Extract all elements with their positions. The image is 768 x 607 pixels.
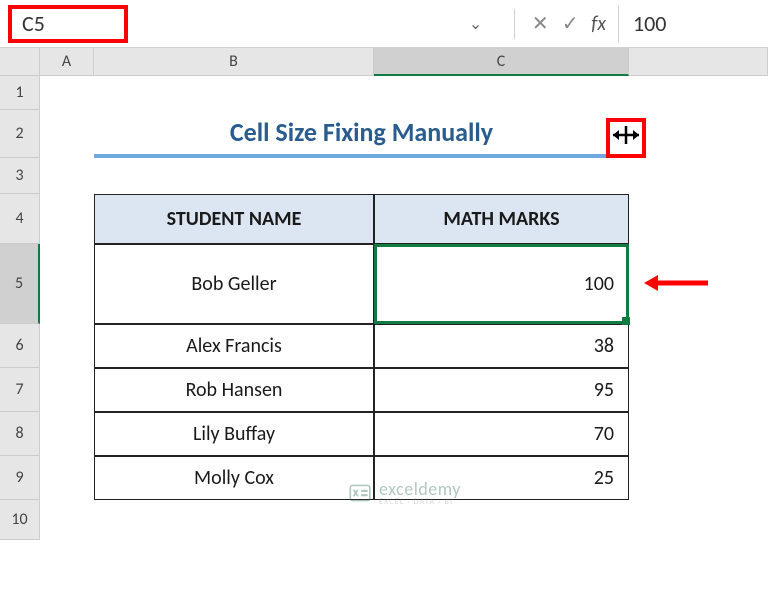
row-header-6[interactable]: 6 xyxy=(0,324,40,368)
confirm-icon[interactable]: ✓ xyxy=(555,11,585,36)
name-box[interactable]: C5 xyxy=(8,5,128,43)
formula-input[interactable]: 100 xyxy=(618,5,768,43)
watermark-title: exceldemy xyxy=(379,480,461,498)
cell[interactable] xyxy=(40,456,94,500)
grid-row: Cell Size Fixing Manually xyxy=(40,110,768,158)
cell[interactable] xyxy=(40,324,94,368)
cell-student-name[interactable]: Rob Hansen xyxy=(94,368,374,412)
cancel-icon[interactable]: ✕ xyxy=(525,11,555,36)
table-row: Lily Buffay 70 xyxy=(40,412,768,456)
cell-student-name[interactable]: Molly Cox xyxy=(94,456,374,500)
column-header-A[interactable]: A xyxy=(40,48,94,76)
row-header-4[interactable]: 4 xyxy=(0,194,40,244)
table-header-student[interactable]: STUDENT NAME xyxy=(94,194,374,244)
cell[interactable] xyxy=(40,194,94,244)
chevron-down-icon[interactable]: ⌄ xyxy=(469,14,482,34)
cell-student-name[interactable]: Bob Geller xyxy=(94,244,374,324)
cell[interactable] xyxy=(94,76,374,110)
column-header-C[interactable]: C xyxy=(374,48,629,76)
cell[interactable] xyxy=(40,244,94,324)
cell-math-marks[interactable]: 100 xyxy=(374,244,629,324)
row-header-8[interactable]: 8 xyxy=(0,412,40,456)
cell[interactable] xyxy=(94,500,374,540)
column-resize-highlight xyxy=(606,118,646,158)
cells-area[interactable]: Cell Size Fixing Manually STUDENT NAME M… xyxy=(40,76,768,540)
cell[interactable] xyxy=(40,368,94,412)
grid-row xyxy=(40,76,768,110)
cell[interactable] xyxy=(40,158,94,194)
cell-math-marks[interactable]: 70 xyxy=(374,412,629,456)
cell-student-name[interactable]: Alex Francis xyxy=(94,324,374,368)
watermark-logo-icon xyxy=(347,480,373,506)
row-header-10[interactable]: 10 xyxy=(0,500,40,540)
name-box-area: ⌄ xyxy=(128,14,504,34)
cell[interactable] xyxy=(40,500,94,540)
select-all-corner[interactable] xyxy=(0,48,40,76)
row-header-1[interactable]: 1 xyxy=(0,76,40,110)
watermark-subtitle: EXCEL · DATA · BI xyxy=(379,498,461,506)
divider xyxy=(514,9,515,39)
grid-row: STUDENT NAME MATH MARKS xyxy=(40,194,768,244)
cell[interactable] xyxy=(40,76,94,110)
table-row: Rob Hansen 95 xyxy=(40,368,768,412)
sheet-title[interactable]: Cell Size Fixing Manually xyxy=(94,110,629,158)
table-row: Alex Francis 38 xyxy=(40,324,768,368)
cell-math-marks[interactable]: 38 xyxy=(374,324,629,368)
spreadsheet-grid: A B C 1 2 3 4 5 6 7 8 9 10 xyxy=(0,48,768,540)
cell[interactable] xyxy=(40,412,94,456)
row-headers: 1 2 3 4 5 6 7 8 9 10 xyxy=(0,76,40,540)
row-header-3[interactable]: 3 xyxy=(0,158,40,194)
cell[interactable] xyxy=(94,158,374,194)
row-header-2[interactable]: 2 xyxy=(0,110,40,158)
cell-math-marks[interactable]: 95 xyxy=(374,368,629,412)
arrow-annotation xyxy=(642,264,712,305)
cell[interactable] xyxy=(40,110,94,158)
watermark: exceldemy EXCEL · DATA · BI xyxy=(347,480,461,506)
table-header-marks[interactable]: MATH MARKS xyxy=(374,194,629,244)
column-header-rest[interactable] xyxy=(629,48,768,76)
cell[interactable] xyxy=(374,76,629,110)
cell-student-name[interactable]: Lily Buffay xyxy=(94,412,374,456)
fx-icon[interactable]: fx xyxy=(591,12,606,36)
cell[interactable] xyxy=(374,158,629,194)
resize-horizontal-icon[interactable] xyxy=(611,124,641,152)
row-header-7[interactable]: 7 xyxy=(0,368,40,412)
column-headers: A B C xyxy=(0,48,768,76)
column-header-B[interactable]: B xyxy=(94,48,374,76)
row-header-5[interactable]: 5 xyxy=(0,244,40,324)
formula-bar: C5 ⌄ ✕ ✓ fx 100 xyxy=(0,0,768,48)
grid-row xyxy=(40,158,768,194)
row-header-9[interactable]: 9 xyxy=(0,456,40,500)
